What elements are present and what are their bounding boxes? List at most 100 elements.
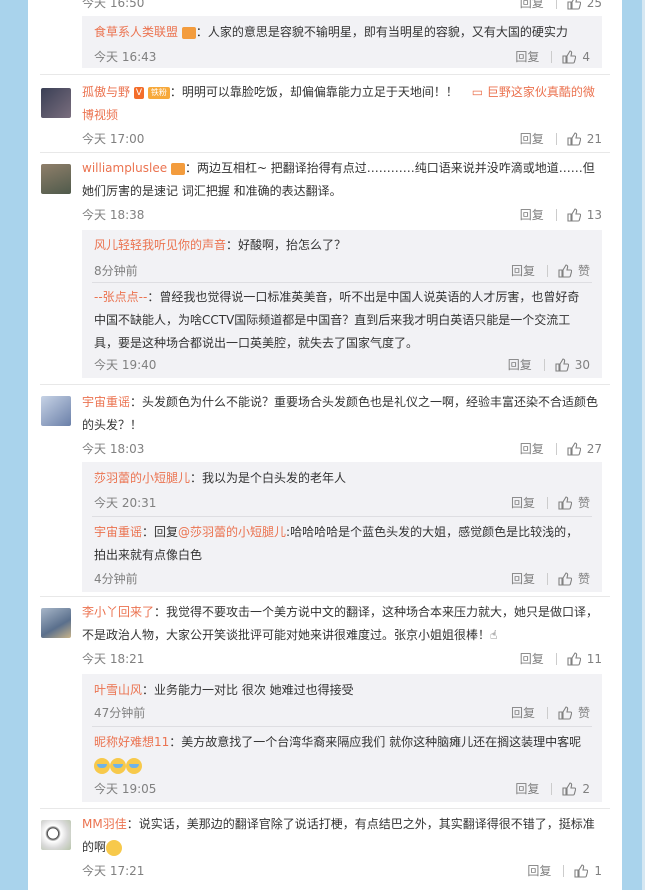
like-count: 赞 bbox=[577, 496, 590, 510]
like-count: 赞 bbox=[577, 572, 590, 586]
like-icon[interactable] bbox=[567, 131, 581, 146]
comment-item: 宇宙重谣：头发颜色为什么不能说？重要场合头发颜色也是礼仪之一啊，经验丰富还染不合… bbox=[28, 384, 622, 598]
comment-text: 孤傲与野 V 铁粉 ：明明可以靠脸吃饭，却偏偏靠能力立足于天地间！！ ▭ 巨野这家… bbox=[82, 81, 602, 127]
like-count: 赞 bbox=[577, 706, 590, 720]
like-icon[interactable] bbox=[558, 571, 572, 586]
reply-button[interactable]: 回复 bbox=[515, 48, 539, 65]
sub-comment-box: 莎羽蕾的小短腿儿：我以为是个白头发的老年人 今天 20:31 回复 赞 宇宙重谣… bbox=[82, 462, 602, 592]
sub-comment-text: --张点点--：曾经我也觉得说一口标准英美音，听不出是中国人说英语的人才厉害，也… bbox=[94, 286, 590, 355]
like-count: 2 bbox=[582, 781, 590, 796]
reply-button[interactable]: 回复 bbox=[511, 494, 535, 511]
reply-button[interactable]: 回复 bbox=[511, 570, 535, 587]
reply-button[interactable]: 回复 bbox=[520, 206, 544, 223]
comment-body: ：人家的意思是容貌不输明星，即有当明星的容貌，又有大国的硬实力 bbox=[195, 25, 568, 39]
comment-text: 宇宙重谣：头发颜色为什么不能说？重要场合头发颜色也是礼仪之一啊，经验丰富还染不合… bbox=[82, 391, 602, 437]
comment-time: 今天 18:21 bbox=[82, 652, 145, 666]
sub-comment-box: 食草系人类联盟 ：人家的意思是容貌不输明星，即有当明星的容貌，又有大国的硬实力 … bbox=[82, 16, 602, 68]
username-link[interactable]: 风儿轻轻我听见你的声音 bbox=[94, 238, 226, 252]
reply-button[interactable]: 回复 bbox=[520, 650, 544, 667]
sub-comment-text: 食草系人类联盟 ：人家的意思是容貌不输明星，即有当明星的容貌，又有大国的硬实力 bbox=[94, 21, 590, 44]
comment-actions: 回复 27 bbox=[520, 440, 602, 457]
like-icon[interactable] bbox=[567, 207, 581, 222]
username-link[interactable]: 孤傲与野 bbox=[82, 85, 130, 99]
comment-actions: 回复 11 bbox=[520, 650, 602, 667]
video-link-icon[interactable]: ▭ bbox=[472, 85, 483, 99]
like-icon[interactable] bbox=[558, 495, 572, 510]
sub-comment-text: 昵称好难想11：美方故意找了一个台湾华裔来隔应我们 就你这种脑瘫儿还在搁这装理中… bbox=[94, 731, 590, 777]
like-icon[interactable] bbox=[567, 0, 581, 10]
fan-badge-icon: 铁粉 bbox=[147, 86, 170, 99]
comment-actions: 回复 4 bbox=[515, 48, 590, 65]
username-link[interactable]: --张点点-- bbox=[94, 290, 147, 304]
like-icon[interactable] bbox=[562, 49, 577, 64]
username-link[interactable]: 莎羽蕾的小短腿儿 bbox=[94, 471, 190, 485]
comment-actions: 回复 赞 bbox=[511, 704, 590, 721]
avatar[interactable] bbox=[41, 396, 71, 426]
username-link[interactable]: williampluslee bbox=[82, 161, 167, 175]
comment-actions: 回复 2 bbox=[515, 780, 590, 797]
comment-body: ：美方故意找了一个台湾华裔来隔应我们 就你这种脑瘫儿还在搁这装理中客呢 bbox=[169, 735, 582, 749]
username-link[interactable]: 食草系人类联盟 bbox=[94, 25, 178, 39]
avatar[interactable] bbox=[41, 608, 71, 638]
mention-link[interactable]: @莎羽蕾的小短腿儿 bbox=[178, 525, 286, 539]
reply-button[interactable]: 回复 bbox=[515, 780, 539, 797]
sub-comment-box: 叶雪山风：业务能力一对比 很次 她难过也得接受 47分钟前 回复 赞 昵称好难想… bbox=[82, 674, 602, 802]
reply-button[interactable]: 回复 bbox=[508, 356, 532, 373]
verified-v-icon: V bbox=[133, 86, 145, 99]
comment-text: 李小丫回来了：我觉得不要攻击一个美方说中文的翻译，这种场合本来压力就大，她只是做… bbox=[82, 601, 602, 647]
sub-comment-text: 叶雪山风：业务能力一对比 很次 她难过也得接受 bbox=[94, 679, 590, 702]
like-icon[interactable] bbox=[558, 263, 572, 278]
comment-item: williampluslee ：两边互相杠~ 把翻译抬得有点过…………纯口语来说… bbox=[28, 152, 622, 378]
comment-time: 今天 16:50 bbox=[82, 0, 145, 10]
comment-time: 今天 19:40 bbox=[94, 358, 157, 372]
crying-emoji-icon bbox=[110, 757, 126, 774]
username-link[interactable]: 叶雪山风 bbox=[94, 683, 142, 697]
comment-time: 今天 18:38 bbox=[82, 208, 145, 222]
comment-actions: 回复 赞 bbox=[511, 494, 590, 511]
like-icon[interactable] bbox=[562, 781, 577, 796]
avatar[interactable] bbox=[41, 88, 71, 118]
comment-body: ：说实话，美那边的翻译官除了说话打梗，有点结巴之外，其实翻译得很不错了，挺标准的… bbox=[82, 817, 595, 854]
username-link[interactable]: 昵称好难想11 bbox=[94, 735, 169, 749]
comment-body: ：明明可以靠脸吃饭，却偏偏靠能力立足于天地间！！ bbox=[169, 85, 458, 99]
comment-text: williampluslee ：两边互相杠~ 把翻译抬得有点过…………纯口语来说… bbox=[82, 157, 602, 203]
comment-body: ：业务能力一对比 很次 她难过也得接受 bbox=[142, 683, 354, 697]
reply-button[interactable]: 回复 bbox=[520, 0, 544, 11]
avatar[interactable] bbox=[41, 820, 71, 850]
username-link[interactable]: 宇宙重谣 bbox=[94, 525, 142, 539]
like-icon[interactable] bbox=[567, 651, 581, 666]
comment-time: 今天 17:00 bbox=[82, 132, 145, 146]
avatar[interactable] bbox=[41, 164, 71, 194]
reply-button[interactable]: 回复 bbox=[527, 862, 551, 879]
like-icon[interactable] bbox=[567, 441, 581, 456]
like-icon[interactable] bbox=[555, 357, 569, 372]
comment-item: MM羽佳：说实话，美那边的翻译官除了说话打梗，有点结巴之外，其实翻译得很不错了，… bbox=[28, 808, 622, 890]
sub-comment-text: 风儿轻轻我听见你的声音：好酸啊，抬怎么了？ bbox=[94, 234, 590, 257]
comment-time: 今天 19:05 bbox=[94, 782, 157, 796]
comment-body: ：曾经我也觉得说一口标准英美音，听不出是中国人说英语的人才厉害，也曾好奇中国不缺… bbox=[94, 290, 580, 350]
like-icon[interactable] bbox=[558, 705, 572, 720]
comment-time: 47分钟前 bbox=[94, 706, 146, 720]
username-link[interactable]: MM羽佳 bbox=[82, 817, 127, 831]
like-count: 11 bbox=[586, 651, 602, 666]
comment-actions: 回复 21 bbox=[520, 130, 602, 147]
crying-emoji-icon bbox=[126, 757, 142, 774]
reply-button[interactable]: 回复 bbox=[520, 440, 544, 457]
comment-item: 李小丫回来了：我觉得不要攻击一个美方说中文的翻译，这种场合本来压力就大，她只是做… bbox=[28, 596, 622, 808]
username-link[interactable]: 宇宙重谣 bbox=[82, 395, 130, 409]
comment-body: ：好酸啊，抬怎么了？ bbox=[226, 238, 347, 252]
comment-time: 8分钟前 bbox=[94, 264, 138, 278]
reply-button[interactable]: 回复 bbox=[520, 130, 544, 147]
thumbs-up-emoji-icon: ☝ bbox=[490, 628, 498, 642]
comment-list: 今天 16:50 回复 25 食草系人类联盟 ：人家的意思是容貌不输明星，即有当… bbox=[28, 0, 622, 890]
like-count: 4 bbox=[582, 49, 590, 64]
username-link[interactable]: 李小丫回来了 bbox=[82, 605, 154, 619]
like-count: 27 bbox=[586, 441, 602, 456]
comment-body: ：我以为是个白头发的老年人 bbox=[190, 471, 347, 485]
reply-button[interactable]: 回复 bbox=[511, 262, 535, 279]
comment-text: MM羽佳：说实话，美那边的翻译官除了说话打梗，有点结巴之外，其实翻译得很不错了，… bbox=[82, 813, 602, 859]
reply-button[interactable]: 回复 bbox=[511, 704, 535, 721]
like-count: 1 bbox=[594, 863, 602, 878]
like-icon[interactable] bbox=[574, 863, 589, 878]
comment-actions: 回复 13 bbox=[520, 206, 602, 223]
